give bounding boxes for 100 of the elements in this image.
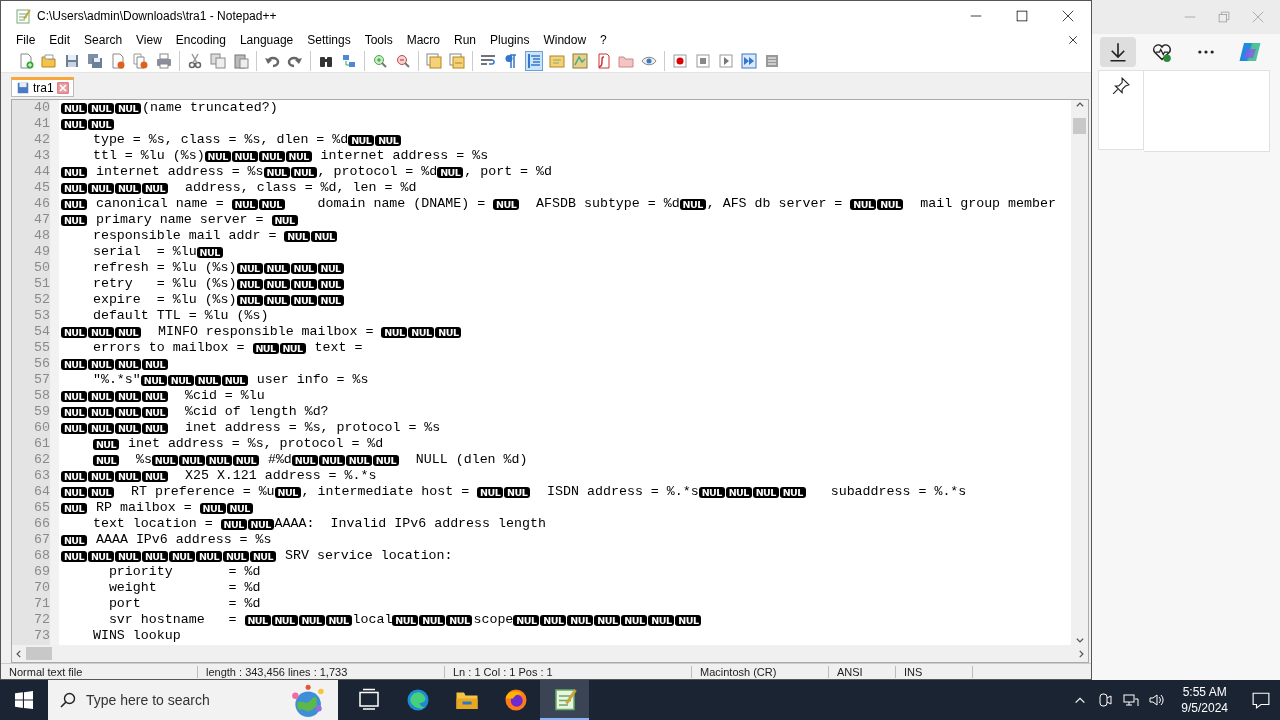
new-file-button[interactable] [17,50,35,71]
control-char-badge: NUL [142,550,168,562]
control-char-badge: NUL [196,550,222,562]
search-field[interactable]: Type here to search [48,680,338,720]
line-number: 55 [33,340,50,356]
windows-logo-icon[interactable] [15,691,33,709]
code-text: domain name (DNAME) = [316,196,487,212]
code-text: AAAA IPv6 address = %s [94,532,272,548]
code-text: MINFO responsible mailbox = [156,324,375,340]
control-char-badge: NUL [263,166,290,178]
menu-item[interactable]: Macro [399,32,447,47]
sync-horizontal-button[interactable] [448,50,466,71]
code-text: , AFS db server = [706,196,844,212]
control-char-badge: NUL [61,198,87,210]
menu-item[interactable]: File [9,32,43,47]
menu-item[interactable]: Window [536,32,594,47]
close-tab-icon[interactable] [56,82,69,94]
control-char-badge: NUL [877,198,904,210]
control-char-badge: NUL [236,294,263,306]
fast-forward-icon [741,52,757,69]
control-char-badge: NUL [621,614,648,626]
network-icon[interactable] [1123,692,1140,708]
code-text: responsible mail addr = [91,228,278,244]
code-text: #%d [266,452,292,468]
status-text: Ln : 1 Col : 1 Pos : 1 [445,665,692,678]
notification-icon[interactable] [1252,691,1270,709]
file-tab[interactable]: tra1 [11,77,74,97]
more-icon [1198,50,1214,54]
control-char-badge: NUL [88,422,114,434]
indent-guide-button[interactable] [525,50,543,71]
clock-time: 5:55 AM [1182,684,1227,700]
control-char-badge: NUL [61,102,87,114]
code-text: errors to mailbox = [91,340,246,356]
scrollbar-thumb[interactable] [26,647,52,660]
control-char-badge: NUL [752,486,779,498]
sync-vertical-button[interactable] [425,50,443,71]
close-file-button[interactable] [109,50,127,71]
control-char-badge: NUL [271,214,298,226]
menu-item[interactable]: View [129,32,169,47]
line-number: 48 [33,228,50,244]
control-char-badge: NUL [290,278,317,290]
control-char-badge: NUL [142,422,168,434]
code-text: "%.*s" [91,372,141,388]
line-number: 72 [33,612,50,628]
control-char-badge: NUL [93,438,119,450]
scrollbar-thumb[interactable] [1073,118,1086,134]
control-char-badge: NUL [115,390,141,402]
control-char-badge: NUL [318,454,345,466]
document-map-button[interactable] [571,50,589,71]
scissors-icon [187,52,203,69]
copy-button[interactable] [209,50,227,71]
line-number: 45 [33,180,50,196]
control-char-badge: NUL [61,502,87,514]
control-char-badge: NUL [140,374,167,386]
code-text: expire = %lu (%s) [91,292,237,308]
meet-icon[interactable] [1097,692,1114,708]
taskbar-app-button[interactable] [540,680,589,720]
close-all-button[interactable] [132,50,150,71]
clock[interactable]: 5:55 AM 9/5/2024 [1181,684,1228,716]
menu-item[interactable]: Search [77,32,130,47]
code-text: svr hostname = [107,612,238,628]
control-char-badge: NUL [61,166,87,178]
line-number: 62 [33,452,50,468]
control-char-badge: NUL [725,486,752,498]
pin-icon[interactable] [1112,77,1130,95]
menu-item[interactable]: Edit [42,32,78,47]
menu-item[interactable]: Settings [300,32,358,47]
control-char-badge: NUL [263,294,290,306]
control-char-badge: NUL [317,262,344,274]
sync-horizontal-icon [449,52,465,69]
clock-date: 9/5/2024 [1181,700,1228,716]
control-char-badge: NUL [115,102,141,114]
control-char-badge: NUL [392,614,419,626]
printer-button[interactable] [155,50,173,71]
menu-item[interactable]: Plugins [483,32,537,47]
control-char-badge: NUL [61,406,87,418]
line-number: 50 [33,260,50,276]
control-char-badge: NUL [252,342,279,354]
code-text: retry = %lu (%s) [91,276,237,292]
code-text: subaddress = %.*s [829,484,967,500]
menu-item[interactable]: Tools [357,32,400,47]
paste-icon [233,52,249,69]
volume-icon[interactable] [1149,692,1166,708]
control-char-badge: NUL [317,294,344,306]
menu-item[interactable]: ? [593,32,614,47]
close-icon [1062,9,1074,22]
stop-icon [695,52,711,69]
fast-forward-button[interactable] [740,50,758,71]
scroll-up-icon[interactable] [1074,100,1085,110]
scroll-down-icon[interactable] [1074,635,1085,645]
close-document-icon[interactable] [1068,34,1078,45]
menu-item[interactable]: Encoding [168,32,233,47]
control-char-badge: NUL [317,278,344,290]
code-text: AAAA: Invalid IPv6 address length [274,516,546,532]
line-number: 71 [33,596,50,612]
menu-item[interactable]: Language [232,32,301,47]
download-button[interactable] [1100,37,1136,67]
scroll-left-icon[interactable] [14,648,24,659]
scroll-right-icon[interactable] [1076,648,1086,659]
menu-item[interactable]: Run [447,32,484,47]
